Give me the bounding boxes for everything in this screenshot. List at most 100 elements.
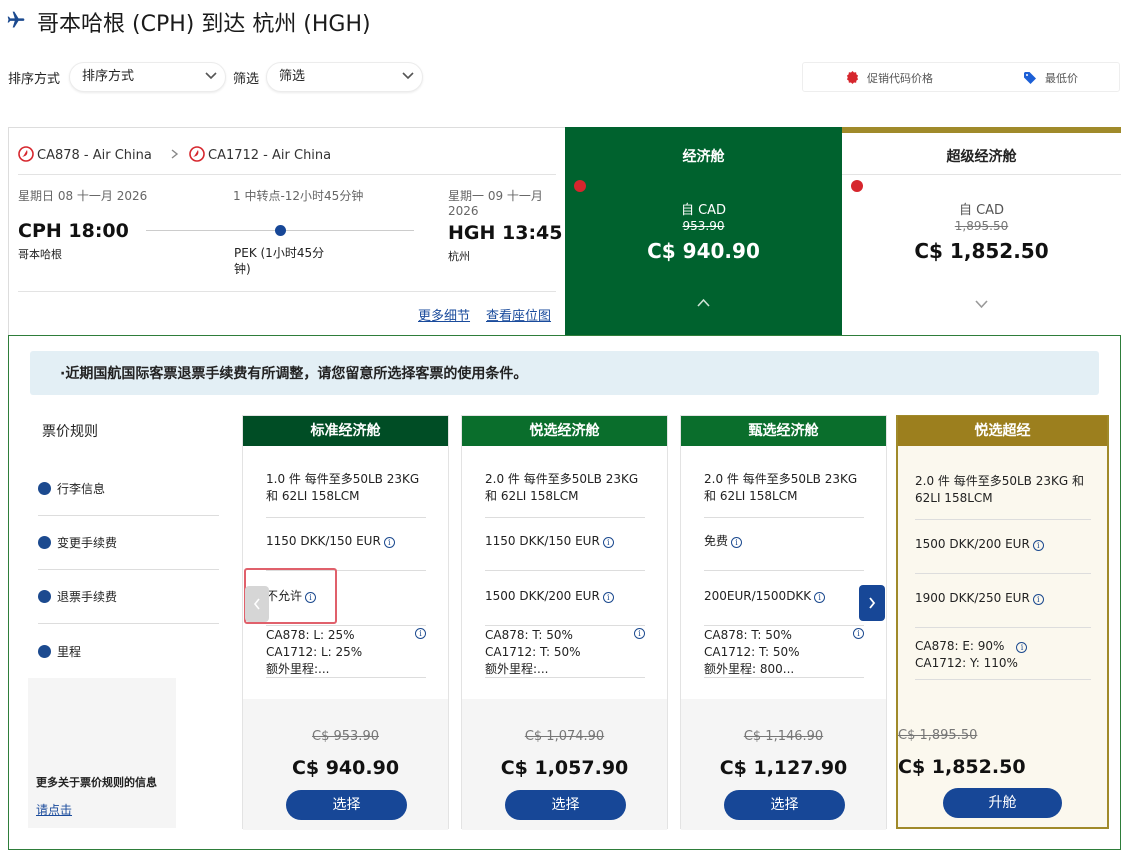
fare-mileage-1: CA878: E: 90% i: [915, 638, 1091, 655]
select-button[interactable]: 选择: [505, 790, 626, 820]
fare-mileage-2: CA1712: T: 50%: [704, 645, 800, 659]
calendar-icon: [38, 536, 51, 549]
info-icon[interactable]: i: [1032, 540, 1044, 551]
economy-price: C$ 940.90: [647, 239, 760, 263]
premium-old-price: 1,895.50: [954, 219, 1009, 233]
air-china-logo-icon: [189, 146, 205, 162]
fare-name: 悦选超经: [898, 416, 1107, 446]
info-icon[interactable]: i: [731, 537, 743, 548]
fare-change-fee: 1150 DKK/150 EUR i: [266, 533, 426, 571]
info-icon[interactable]: i: [415, 628, 426, 639]
fare-footer: C$ 953.90 C$ 940.90 选择: [243, 699, 448, 830]
fare-name: 甄选经济舱: [681, 416, 886, 446]
fare-mileage: CA878: T: 50% CA1712: T: 50% 额外里程: 800..…: [704, 626, 864, 678]
divider: [18, 174, 556, 175]
fare-mileage-1-text: CA878: E: 90%: [915, 639, 1005, 653]
seat-map-link[interactable]: 查看座位图: [486, 305, 551, 324]
fare-refund-fee: 200EUR/1500DKK i: [704, 588, 864, 626]
fare-mileage-3: 额外里程:...: [266, 662, 330, 676]
fare-change-fee: 1150 DKK/150 EUR i: [485, 533, 645, 571]
depart-date: 星期日 08 十一月 2026: [18, 189, 148, 203]
more-details-link[interactable]: 更多细节: [418, 305, 470, 324]
legend-promo-label: 促销代码价格: [867, 72, 933, 85]
select-button[interactable]: 选择: [286, 790, 407, 820]
money-icon: [38, 590, 51, 603]
info-icon[interactable]: i: [814, 592, 826, 603]
info-icon[interactable]: i: [383, 537, 395, 548]
fare-refund-value: 1500 DKK/200 EUR: [485, 589, 600, 603]
premium-cabin-name: 超级经济舱: [946, 149, 1017, 165]
info-icon[interactable]: i: [853, 628, 864, 639]
fare-price: C$ 1,852.50: [898, 756, 1026, 778]
fare-mileage-2: CA1712: Y: 110%: [915, 656, 1018, 670]
info-icon[interactable]: i: [634, 628, 645, 639]
fare-name: 标准经济舱: [243, 416, 448, 446]
fare-baggage: 2.0 件 每件至多50LB 23KG 和 62LI 158LCM: [915, 473, 1091, 520]
fare-change-value: 免费: [704, 534, 729, 548]
fare-change-fee: 1500 DKK/200 EUR i: [915, 536, 1091, 574]
fare-refund-fee: 1900 DKK/250 EUR i: [915, 590, 1091, 628]
fare-price: C$ 1,127.90: [719, 757, 848, 779]
rules-info-box: 更多关于票价规则的信息 请点击: [28, 678, 176, 828]
rule-refund-fee: 退票手续费: [38, 570, 219, 624]
page-title: 哥本哈根 (CPH) 到达 杭州 (HGH): [37, 12, 371, 37]
fare-mileage-3: 额外里程: 800...: [704, 662, 795, 676]
info-icon[interactable]: i: [1032, 594, 1044, 605]
fare-mileage: CA878: T: 50% CA1712: T: 50% 额外里程:... i: [485, 626, 645, 678]
fare-column-selected-economy: 悦选经济舱 2.0 件 每件至多50LB 23KG 和 62LI 158LCM …: [461, 415, 668, 830]
fare-price: C$ 1,057.90: [500, 757, 629, 779]
fare-baggage: 2.0 件 每件至多50LB 23KG 和 62LI 158LCM: [704, 471, 864, 518]
fare-refund-value: 1900 DKK/250 EUR: [915, 591, 1030, 605]
chevron-up-icon: [697, 298, 710, 307]
fare-column-upgrade: 悦选超经 2.0 件 每件至多50LB 23KG 和 62LI 158LCM 1…: [896, 415, 1109, 829]
chevron-down-icon: [205, 72, 217, 80]
rule-change-label: 变更手续费: [57, 536, 118, 550]
economy-cabin-column[interactable]: 经济舱 自 CAD 953.90 C$ 940.90: [565, 127, 842, 335]
fare-price: C$ 940.90: [291, 757, 400, 779]
carousel-prev-button[interactable]: [245, 586, 269, 622]
fare-refund-value: 200EUR/1500DKK: [704, 589, 812, 603]
fare-old-price: C$ 1,146.90: [743, 729, 824, 744]
select-button[interactable]: 选择: [724, 790, 845, 820]
arrive-date-line1: 星期一 09 十一月: [448, 189, 543, 203]
price-legend: 促销代码价格 最低价: [802, 62, 1120, 92]
info-icon[interactable]: i: [602, 537, 614, 548]
rule-change-fee: 变更手续费: [38, 516, 219, 570]
stop-dot: [275, 225, 286, 236]
premium-price: C$ 1,852.50: [914, 239, 1049, 263]
chevron-left-icon: [253, 598, 260, 610]
chevron-right-icon: [171, 149, 179, 159]
click-here-link[interactable]: 请点击: [36, 801, 72, 818]
fare-old-price: C$ 1,895.50: [898, 728, 978, 743]
fare-mileage-2: CA1712: T: 50%: [485, 645, 581, 659]
segment-2[interactable]: CA1712 - Air China: [189, 146, 331, 163]
info-icon[interactable]: i: [1016, 642, 1028, 653]
plane-icon: [7, 11, 25, 28]
chevron-down-icon: [975, 300, 988, 309]
fare-footer: C$ 1,146.90 C$ 1,127.90 选择: [681, 699, 886, 830]
fare-change-fee: 免费 i: [704, 533, 864, 571]
carousel-next-button[interactable]: [859, 585, 885, 621]
economy-from-label: 自 CAD: [680, 203, 727, 218]
upgrade-button[interactable]: 升舱: [943, 788, 1062, 818]
divider: [842, 174, 1121, 175]
promo-code-icon: [846, 71, 859, 84]
filter-select[interactable]: 筛选: [266, 62, 423, 92]
fare-mileage-1: CA878: T: 50%: [485, 628, 573, 642]
rule-baggage: 行李信息: [38, 468, 219, 516]
depart-time: CPH 18:00: [18, 220, 129, 242]
fare-footer: C$ 1,074.90 C$ 1,057.90 选择: [462, 699, 667, 830]
info-icon[interactable]: i: [602, 592, 614, 603]
segment-1[interactable]: CA878 - Air China: [18, 146, 152, 163]
premium-cabin-column[interactable]: 超级经济舱 自 CAD 1,895.50 C$ 1,852.50: [842, 127, 1121, 335]
price-tag-icon: [1024, 72, 1036, 84]
economy-old-price: 953.90: [682, 219, 725, 233]
promo-badge-icon: [851, 180, 863, 192]
filter-select-value: 筛选: [279, 69, 306, 84]
sort-label: 排序方式: [8, 72, 61, 87]
promo-badge-icon: [574, 180, 586, 192]
sort-select-value: 排序方式: [82, 69, 135, 84]
depart-city: 哥本哈根: [18, 248, 62, 261]
divider: [18, 291, 556, 292]
sort-select[interactable]: 排序方式: [69, 62, 226, 92]
